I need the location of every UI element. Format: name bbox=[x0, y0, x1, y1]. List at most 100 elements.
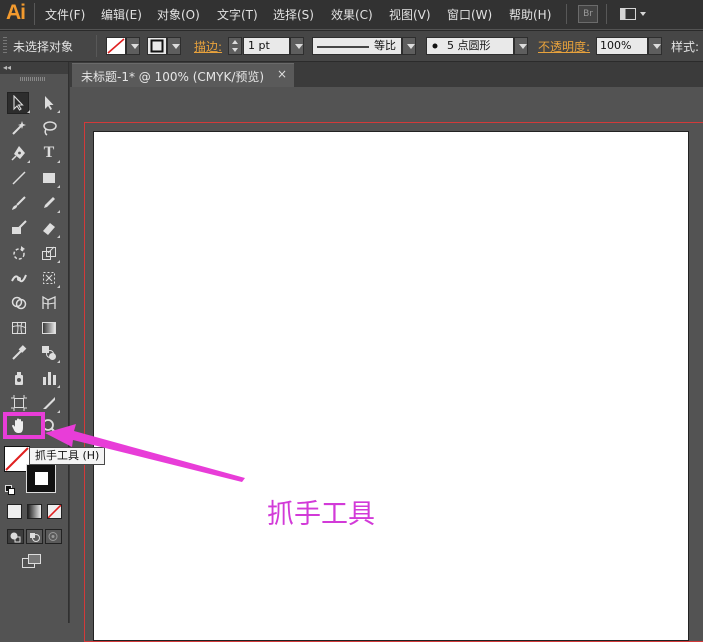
tool-group-indicator bbox=[57, 235, 60, 238]
tool-group-indicator bbox=[27, 160, 30, 163]
default-colors-icon[interactable] bbox=[4, 484, 16, 496]
menu-effect[interactable]: 效果(C) bbox=[331, 6, 373, 23]
gradient-icon bbox=[42, 322, 56, 334]
draw-inside-icon bbox=[48, 532, 58, 541]
control-bar-grip[interactable] bbox=[3, 37, 7, 55]
perspective-grid-tool[interactable] bbox=[38, 292, 60, 314]
artboard-icon bbox=[11, 395, 27, 411]
tool-group-indicator bbox=[57, 185, 60, 188]
stroke-dropdown-arrow[interactable] bbox=[167, 37, 181, 55]
document-tab[interactable]: 未标题-1* @ 100% (CMYK/预览) × bbox=[72, 63, 294, 87]
tool-group-indicator bbox=[57, 110, 60, 113]
none-mode-button[interactable] bbox=[47, 504, 62, 519]
bridge-button[interactable]: Br bbox=[578, 5, 598, 23]
symbol-sprayer-icon bbox=[15, 372, 23, 385]
stroke-weight-dropdown[interactable] bbox=[290, 37, 304, 55]
annotation-label: 抓手工具 bbox=[267, 499, 375, 530]
width-tool-icon bbox=[11, 274, 27, 283]
draw-normal-button[interactable] bbox=[7, 529, 24, 544]
close-tab-icon[interactable]: × bbox=[277, 67, 287, 81]
rotate-icon bbox=[13, 246, 25, 260]
menu-help[interactable]: 帮助(H) bbox=[509, 6, 551, 23]
workspace-switcher-button[interactable] bbox=[618, 5, 648, 23]
shape-builder-tool[interactable] bbox=[8, 292, 30, 314]
direct-selection-icon bbox=[45, 96, 54, 110]
brush-definition-dropdown[interactable] bbox=[514, 37, 528, 55]
width-profile-dropdown[interactable] bbox=[402, 37, 416, 55]
stroke-weight-input[interactable]: 1 pt bbox=[243, 37, 290, 55]
stroke-swatch[interactable] bbox=[147, 37, 167, 55]
tool-group-indicator bbox=[57, 210, 60, 213]
gradient-tool[interactable] bbox=[38, 317, 60, 339]
color-mode-button[interactable] bbox=[7, 504, 22, 519]
menu-object[interactable]: 对象(O) bbox=[157, 6, 200, 23]
hand-tool-highlight bbox=[3, 412, 45, 439]
width-profile-select[interactable]: 等比 bbox=[312, 37, 402, 55]
selection-arrow-icon bbox=[13, 95, 24, 111]
fill-swatch[interactable] bbox=[106, 37, 126, 55]
draw-normal-icon bbox=[10, 532, 21, 543]
brush-label: 5 点圆形 bbox=[447, 39, 491, 52]
pencil-icon bbox=[44, 197, 55, 208]
paintbrush-tool[interactable] bbox=[8, 192, 30, 214]
pen-nib-icon bbox=[11, 146, 25, 161]
screen-mode-icon bbox=[22, 554, 41, 568]
menu-view[interactable]: 视图(V) bbox=[389, 6, 431, 23]
tools-panel-grip[interactable] bbox=[20, 77, 46, 81]
blob-brush-icon bbox=[12, 220, 27, 234]
mesh-tool[interactable] bbox=[8, 317, 30, 339]
blend-icon bbox=[42, 346, 56, 360]
opacity-panel-link[interactable]: 不透明度: bbox=[538, 38, 590, 55]
brush-definition-select[interactable]: 5 点圆形 bbox=[426, 37, 514, 55]
draw-behind-icon bbox=[30, 533, 40, 542]
tool-group-indicator bbox=[57, 385, 60, 388]
screen-mode-button[interactable] bbox=[20, 553, 46, 569]
selection-tool[interactable] bbox=[7, 92, 29, 114]
artboard[interactable] bbox=[93, 131, 689, 641]
draw-inside-button[interactable] bbox=[45, 529, 62, 544]
app-logo: Ai bbox=[6, 1, 26, 24]
stepper-arrows-icon bbox=[232, 40, 238, 52]
none-fill-icon bbox=[107, 38, 125, 54]
gradient-mode-button[interactable] bbox=[27, 504, 42, 519]
menu-type[interactable]: 文字(T) bbox=[217, 6, 258, 23]
profile-label: 等比 bbox=[374, 39, 396, 52]
column-graph-icon bbox=[43, 372, 56, 385]
opacity-input[interactable]: 100% bbox=[596, 37, 648, 55]
line-segment-tool[interactable] bbox=[8, 167, 30, 189]
document-tab-title: 未标题-1* @ 100% (CMYK/预览) bbox=[81, 70, 265, 84]
width-tool[interactable] bbox=[8, 267, 30, 289]
draw-behind-button[interactable] bbox=[26, 529, 43, 544]
scale-icon bbox=[42, 246, 56, 260]
magic-wand-tool[interactable] bbox=[8, 117, 30, 139]
control-divider bbox=[96, 35, 97, 57]
menu-window[interactable]: 窗口(W) bbox=[447, 6, 492, 23]
slice-knife-icon bbox=[43, 397, 55, 409]
free-transform-icon bbox=[43, 272, 55, 284]
tool-group-indicator bbox=[57, 410, 60, 413]
eyedropper-icon bbox=[12, 345, 27, 360]
artboard-tool[interactable] bbox=[8, 392, 30, 414]
collapse-panel-icon[interactable]: ◂◂ bbox=[3, 63, 11, 73]
stroke-panel-link[interactable]: 描边: bbox=[194, 38, 222, 55]
stroke-weight-stepper[interactable] bbox=[228, 37, 242, 55]
type-t-icon: T bbox=[43, 144, 55, 161]
stroke-color-proxy[interactable] bbox=[26, 464, 56, 493]
tool-group-indicator bbox=[57, 360, 60, 363]
menu-edit[interactable]: 编辑(E) bbox=[101, 6, 142, 23]
menu-file[interactable]: 文件(F) bbox=[45, 6, 85, 23]
opacity-dropdown[interactable] bbox=[648, 37, 662, 55]
menu-divider bbox=[34, 3, 35, 25]
perspective-grid-icon bbox=[42, 295, 56, 309]
lasso-tool[interactable] bbox=[38, 117, 60, 139]
tool-group-indicator bbox=[27, 110, 30, 113]
hand-tool-tooltip: 抓手工具 (H) bbox=[29, 447, 106, 465]
blob-brush-tool[interactable] bbox=[8, 217, 30, 239]
symbol-sprayer-tool[interactable] bbox=[8, 367, 30, 389]
menu-select[interactable]: 选择(S) bbox=[273, 6, 314, 23]
profile-line-icon bbox=[317, 46, 369, 48]
rotate-tool[interactable] bbox=[8, 242, 30, 264]
fill-dropdown-arrow[interactable] bbox=[126, 37, 140, 55]
eyedropper-tool[interactable] bbox=[8, 342, 30, 364]
rectangle-icon bbox=[43, 173, 55, 183]
